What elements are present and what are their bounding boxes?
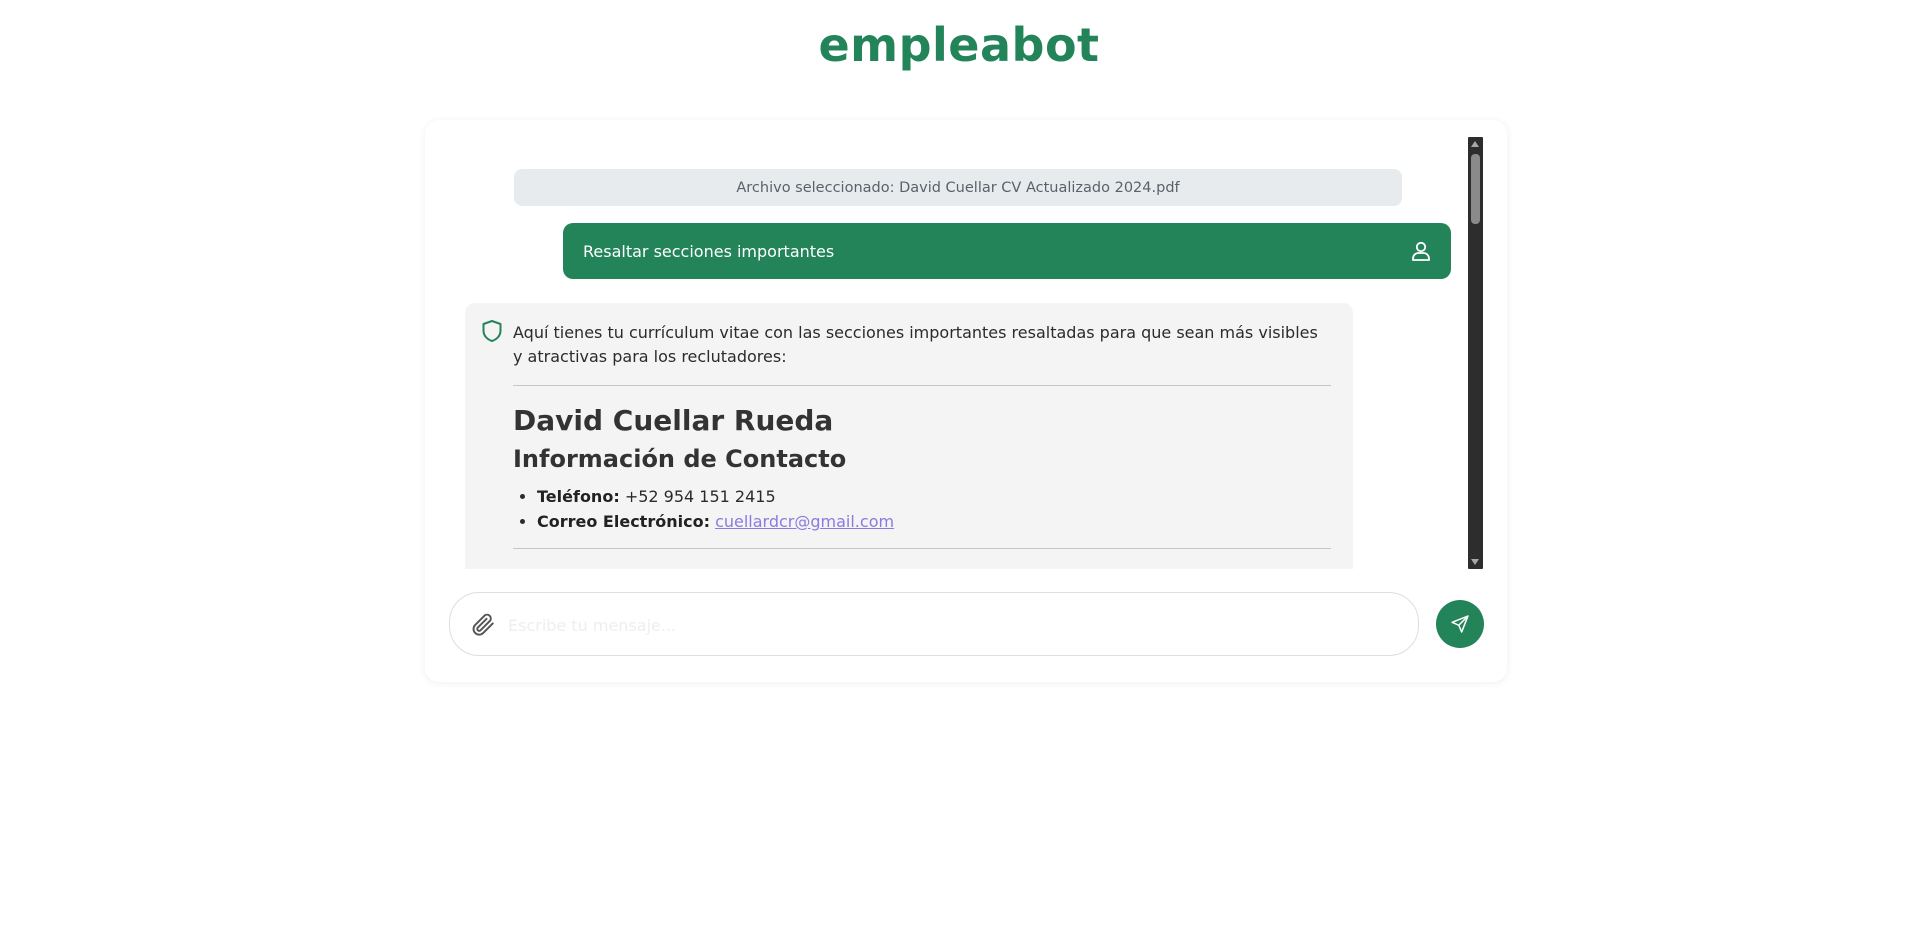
message-input[interactable]	[506, 607, 1390, 643]
scroll-up-arrow[interactable]	[1471, 141, 1479, 147]
user-icon	[1409, 239, 1433, 263]
scroll-down-arrow[interactable]	[1471, 559, 1479, 565]
bot-message: Aquí tienes tu currículum vitae con las …	[465, 303, 1353, 569]
bot-intro-text: Aquí tienes tu currículum vitae con las …	[513, 323, 1318, 366]
contact-item-email: Correo Electrónico: cuellardcr@gmail.com	[537, 509, 1331, 534]
bot-message-content: Aquí tienes tu currículum vitae con las …	[513, 321, 1331, 549]
contact-label: Teléfono:	[537, 487, 620, 506]
divider	[513, 385, 1331, 386]
scrollbar-thumb[interactable]	[1471, 154, 1480, 224]
contact-item-phone: Teléfono: +52 954 151 2415	[537, 484, 1331, 509]
file-selected-notice: Archivo seleccionado: David Cuellar CV A…	[514, 169, 1402, 206]
message-composer	[449, 592, 1419, 656]
message-list[interactable]: Archivo seleccionado: David Cuellar CV A…	[465, 137, 1470, 569]
contact-list: Teléfono: +52 954 151 2415 Correo Electr…	[513, 484, 1331, 534]
chat-container: Archivo seleccionado: David Cuellar CV A…	[425, 120, 1507, 682]
divider	[513, 548, 1331, 549]
cv-name-heading: David Cuellar Rueda	[513, 404, 834, 437]
send-button[interactable]	[1436, 600, 1484, 648]
contact-section-heading: Información de Contacto	[513, 445, 847, 473]
contact-label: Correo Electrónico:	[537, 512, 710, 531]
email-link[interactable]: cuellardcr@gmail.com	[715, 512, 894, 531]
user-message-text: Resaltar secciones importantes	[583, 241, 835, 261]
shield-icon	[481, 319, 503, 343]
send-icon	[1450, 614, 1470, 634]
message-scrollbar[interactable]	[1468, 137, 1483, 569]
app-title: empleabot	[818, 18, 1100, 72]
paperclip-icon[interactable]	[470, 611, 496, 637]
contact-value: +52 954 151 2415	[624, 487, 776, 506]
user-message: Resaltar secciones importantes	[563, 223, 1451, 279]
